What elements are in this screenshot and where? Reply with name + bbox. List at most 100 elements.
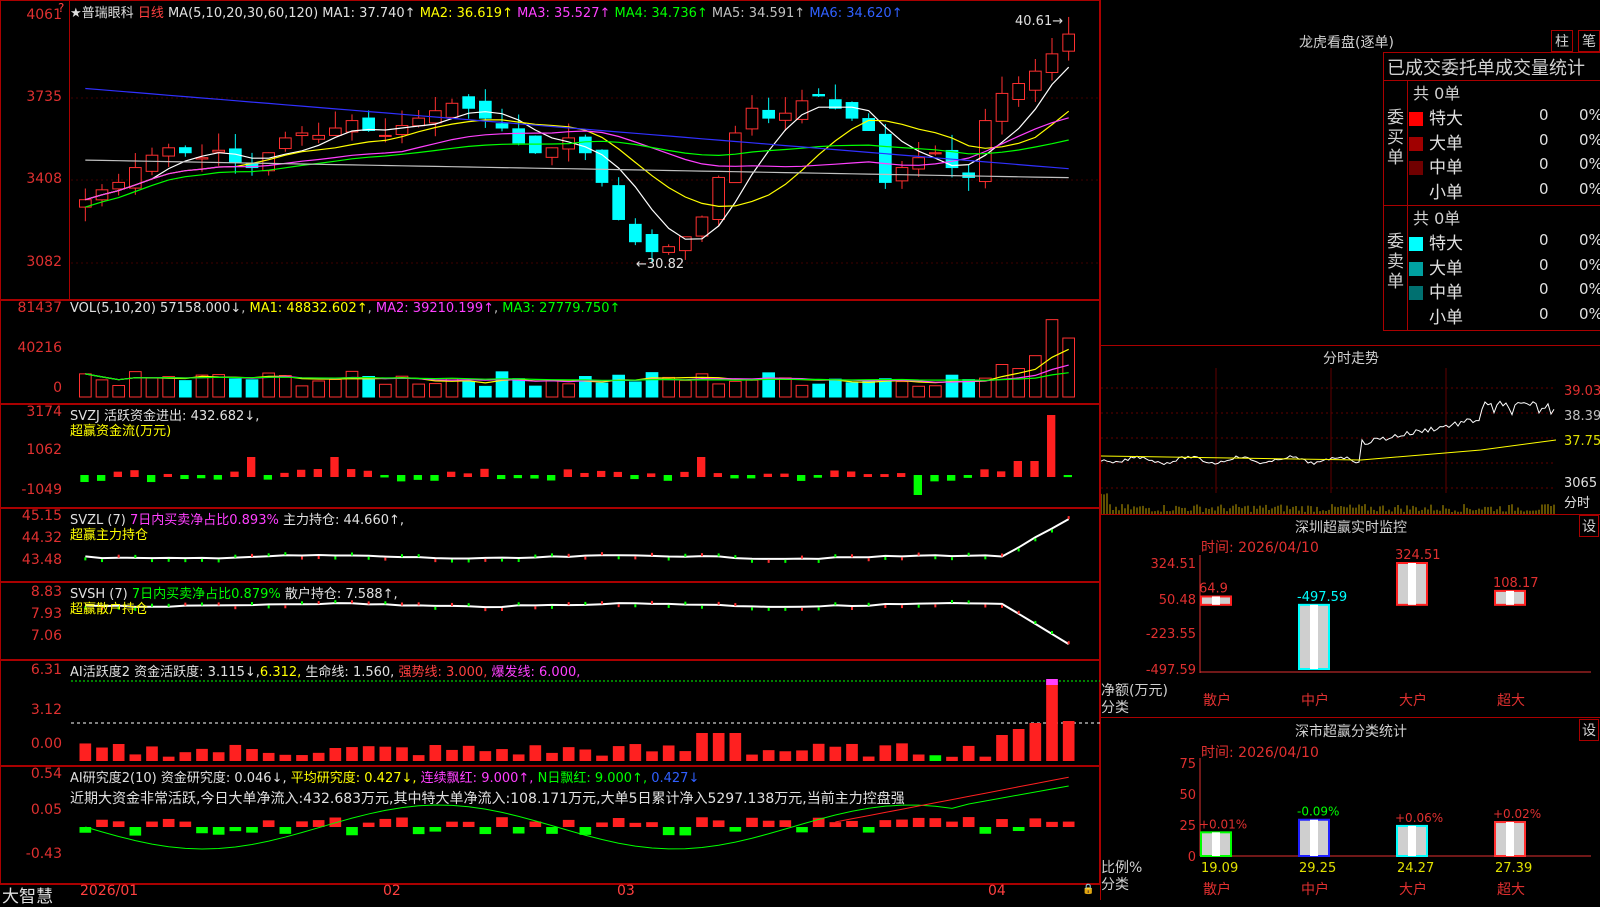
svzj-bar: [730, 475, 739, 479]
trade-stats-tab[interactable]: 已成交委托单成交量统计: [1387, 54, 1585, 80]
ai2-bar: [1046, 821, 1058, 827]
vol-bar: [729, 380, 742, 398]
ai1-bar: [1046, 681, 1058, 761]
buy-value-3: 0: [1539, 179, 1549, 198]
ai1-bar: [412, 755, 425, 761]
stock-name[interactable]: 普瑞眼科: [82, 6, 134, 21]
svzj-bar: [697, 457, 706, 477]
ss-cat-0: 散户: [1203, 881, 1231, 898]
period-label[interactable]: 日线: [138, 6, 164, 21]
svzj-bar: [647, 473, 656, 477]
buy-swatch-3: [1409, 185, 1423, 200]
ai1-bar: [562, 747, 575, 761]
svsh-line-tick: [734, 603, 737, 607]
svzl-line-tick: [584, 556, 587, 560]
svzj-bar: [1063, 475, 1072, 478]
ai2-bar: [462, 821, 475, 827]
ai1-bar: [429, 745, 442, 761]
svzj-bar: [280, 472, 289, 477]
buy-pct-1: 0%: [1579, 130, 1600, 149]
svzj-bar: [347, 469, 356, 477]
lock-icon[interactable]: 🔒: [1082, 884, 1094, 895]
svsh-line-tick: [534, 606, 537, 610]
ai1-bar: [496, 749, 508, 761]
sz-axis-0: 324.51: [1151, 557, 1197, 572]
vol-bar: [895, 381, 909, 398]
candle-body: [329, 127, 342, 136]
ss-val-1: 29.25: [1299, 861, 1336, 876]
svzj-bar: [180, 475, 189, 480]
svzj-bar: [997, 471, 1006, 477]
ai1-bar: [446, 749, 458, 761]
svzl-line-tick: [334, 556, 337, 560]
vol-bar: [645, 372, 659, 398]
ai1-bar: [829, 746, 842, 761]
sz-cat-0: 散户: [1203, 692, 1231, 709]
buy-value-2: 0: [1539, 155, 1549, 173]
svzl-line-tick: [917, 552, 920, 556]
kline-axis-3: 3082: [26, 254, 62, 270]
kline-panel[interactable]: [0, 0, 1101, 301]
ai2-bar: [129, 827, 142, 836]
svsh-line-tick: [434, 606, 437, 610]
svsh-line-tick: [967, 600, 970, 604]
sell-value-3: 0: [1539, 304, 1549, 323]
sell-label-3: 小单: [1429, 307, 1463, 328]
buy-pct-2: 0%: [1579, 155, 1600, 173]
kline-chart[interactable]: [71, 1, 1101, 301]
sz-bar-chart: 324.51 50.48 -223.55 -497.59 64.9 散户 -497.59 中户…: [1146, 548, 1591, 709]
sell-value-2: 0: [1539, 280, 1549, 298]
bar-mode-button[interactable]: 柱: [1551, 30, 1573, 52]
ai2-bar: [1012, 827, 1025, 832]
ss-cat-2: 大户: [1399, 881, 1427, 898]
ai1-bar: [1012, 729, 1025, 761]
svzl-line-tick: [884, 556, 887, 560]
ai1-axis-0: 6.31: [30, 662, 62, 678]
ai2-bar: [662, 827, 675, 836]
svzj-bar: [663, 475, 672, 481]
ai2-bar: [362, 822, 375, 827]
brand-logo: 大智慧: [2, 887, 53, 907]
svzj-bar: [747, 475, 756, 479]
svzl-line-tick: [551, 553, 553, 557]
svsh-line-tick: [784, 607, 787, 611]
svzl-line-tick: [201, 558, 203, 562]
svsh-line-tick: [401, 602, 403, 606]
timeshare-panel[interactable]: 分时走势 39.03 38.39 37.75 3065 分时: [1100, 345, 1600, 515]
vol-bar: [712, 383, 725, 398]
tick-mode-button[interactable]: 笔: [1578, 30, 1600, 52]
ai2-bar: [979, 827, 992, 834]
candle-body: [729, 132, 742, 184]
sz-cat-label: 分类: [1101, 700, 1129, 716]
ai1-bar: [796, 750, 808, 761]
ss-stats-panel: 深市超赢分类统计 设 时间: 2026/04/10 75 50 25 0 +0.01% 1…: [1100, 717, 1600, 900]
ai1-bar: [96, 747, 108, 761]
svzl-line-tick: [234, 554, 237, 558]
svzj-bar: [847, 471, 856, 477]
svzl-line-tick: [84, 557, 87, 561]
svzj-bar: [113, 471, 122, 477]
vol-bar: [929, 385, 942, 398]
vol-bar: [245, 379, 259, 398]
sell-label-2: 中单: [1429, 283, 1463, 303]
svzl-line-tick: [984, 556, 987, 560]
ai2-bar: [246, 827, 258, 833]
candle-body: [962, 172, 975, 178]
ai1-bar: [779, 751, 792, 761]
candle-body: [1062, 33, 1075, 52]
vol-bar: [362, 375, 376, 398]
candle-body: [629, 223, 642, 243]
ai1-bar: [896, 743, 908, 761]
vol-bar: [162, 376, 176, 398]
ai2-bar: [746, 817, 758, 827]
svzl-line-tick: [267, 553, 270, 557]
ss-val-2: 24.27: [1397, 861, 1434, 876]
ss-chg-2: +0.06%: [1395, 811, 1443, 825]
svsh-line-tick: [634, 604, 637, 608]
svsh-line-tick: [984, 604, 987, 608]
svzj-bar: [313, 469, 322, 477]
sell-row-0: 特大 0 0%: [1409, 229, 1600, 254]
ma-value-3: MA3: 35.527↑: [517, 6, 615, 21]
svzl-line-tick: [1017, 548, 1020, 552]
x-tick-2: 03: [617, 883, 635, 899]
